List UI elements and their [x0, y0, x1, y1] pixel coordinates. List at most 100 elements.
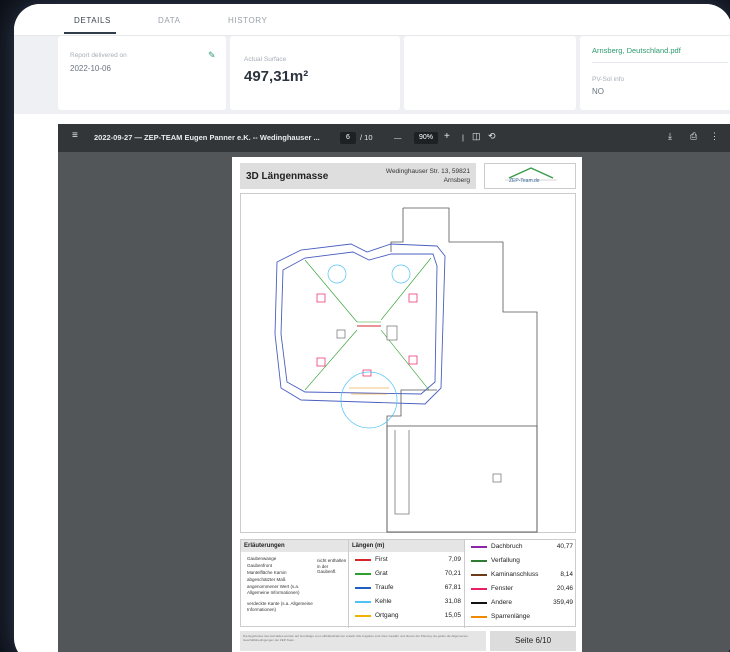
download-icon[interactable]: ⤓ [668, 131, 672, 142]
edit-pencil-icon[interactable]: ✎ [208, 50, 216, 61]
legend-note-1: Gaubenwange [247, 556, 277, 561]
length-value: 70,21 [444, 570, 461, 577]
lengths-column-left: Längen (m) First 7,09 Grat 70,21 Traufe [349, 540, 465, 628]
legend-swatch [471, 546, 487, 548]
pv-label: PV-Sol info [592, 76, 625, 83]
length-value: 40,77 [556, 543, 573, 550]
disclaimer-text: Die Ergebnisse des Aufmaßes wurden auf G… [240, 631, 486, 651]
length-name: Dachbruch [491, 543, 523, 550]
fit-page-icon[interactable]: ◫ [472, 131, 481, 142]
legend-note-4: abgeschätzter Maß [247, 577, 286, 582]
legend-swatch [471, 602, 487, 604]
length-row: Fenster 20,46 [465, 583, 577, 595]
length-row: Ortgang 15,05 [349, 610, 465, 622]
length-name: Kaminanschluss [491, 571, 539, 578]
file-card: Arnsberg, Deutschland.pdf PV-Sol info NO [580, 36, 730, 110]
legend-swatch [471, 616, 487, 618]
length-row: Sparrenlänge [465, 611, 577, 623]
app-window: DETAILS DATA HISTORY Report delivered on… [14, 4, 730, 652]
length-value: 67,81 [444, 584, 461, 591]
page-number-input[interactable]: 6 [340, 132, 356, 144]
print-icon[interactable]: ⎙ [690, 131, 697, 142]
lengths-header: Längen (m) [349, 540, 464, 552]
legend-swatch [471, 588, 487, 590]
file-link[interactable]: Arnsberg, Deutschland.pdf [592, 46, 681, 55]
surface-value: 497,31m² [244, 68, 309, 85]
legend-table: Erläuterungen Gaubenwange Gaubenfront Ma… [240, 539, 577, 628]
legend-brace-note: nicht enthalten in der Gaubenfl. [317, 558, 347, 574]
tab-data[interactable]: DATA [158, 16, 181, 25]
length-name: Traufe [375, 584, 394, 591]
page-number-label: Seite 6/10 [490, 631, 576, 651]
company-logo: ZEP-Team.de [484, 163, 576, 189]
length-row: Kehle 31,08 [349, 596, 465, 608]
length-row: Grat 70,21 [349, 568, 465, 580]
length-value: 7,09 [448, 556, 461, 563]
length-name: Sparrenlänge [491, 613, 531, 620]
logo-text: ZEP-Team.de [509, 178, 540, 184]
more-options-icon[interactable]: ⋮ [710, 131, 719, 142]
logo-roof-icon [505, 167, 557, 181]
toolbar-divider: | [462, 133, 464, 142]
length-name: Ortgang [375, 612, 399, 619]
length-name: Andere [491, 599, 512, 606]
legend-swatch [355, 615, 371, 617]
report-label: Report delivered on [70, 52, 127, 59]
legend-note-6: verdeckte Kante (s.a. Allgemeine Informa… [247, 601, 313, 612]
length-row: Dachbruch 40,77 [465, 541, 577, 553]
active-tab-indicator [64, 32, 116, 34]
address-line-1: Wedinghauser Str. 13, 59821 [385, 168, 470, 175]
page-title: 3D Längenmasse [246, 171, 329, 182]
surface-card: Actual Surface 497,31m² [230, 36, 400, 110]
length-value: 31,08 [444, 598, 461, 605]
page-total: / 10 [360, 133, 373, 142]
length-row: Andere 359,49 [465, 597, 577, 609]
legend-swatch [355, 601, 371, 603]
surface-label: Actual Surface [244, 56, 287, 63]
rotate-icon[interactable]: ⟲ [488, 131, 496, 142]
empty-card [404, 36, 576, 110]
legend-notes-column: Erläuterungen Gaubenwange Gaubenfront Ma… [241, 540, 349, 628]
report-date: 2022-10-06 [70, 64, 111, 73]
divider [592, 62, 728, 63]
length-name: Verfallung [491, 557, 520, 564]
address: Wedinghauser Str. 13, 59821 Arnsberg [386, 167, 470, 185]
length-name: Grat [375, 570, 388, 577]
menu-icon[interactable]: ≡ [72, 130, 78, 141]
tab-history[interactable]: HISTORY [228, 16, 267, 25]
address-line-2: Arnsberg [443, 177, 470, 184]
page-header: 3D Längenmasse Wedinghauser Str. 13, 598… [240, 163, 476, 189]
roof-plan-drawing [240, 193, 576, 533]
legend-swatch [471, 560, 487, 562]
length-value: 15,05 [444, 612, 461, 619]
length-row: First 7,09 [349, 554, 465, 566]
length-row: Verfallung [465, 555, 577, 567]
length-value: 8,14 [560, 571, 573, 578]
zoom-out-icon[interactable]: — [394, 133, 402, 142]
pv-value: NO [592, 87, 604, 96]
length-row: Kaminanschluss 8,14 [465, 569, 577, 581]
legend-note-3: Mantelfläche Kamin [247, 570, 287, 575]
length-name: Kehle [375, 598, 392, 605]
tab-details[interactable]: DETAILS [74, 16, 111, 25]
legend-swatch [355, 559, 371, 561]
legend-notes-header: Erläuterungen [241, 540, 348, 552]
legend-swatch [355, 587, 371, 589]
pdf-page: 3D Längenmasse Wedinghauser Str. 13, 598… [232, 157, 582, 652]
length-name: First [375, 556, 388, 563]
length-name: Fenster [491, 585, 514, 592]
summary-cards: Report delivered on 2022-10-06 ✎ Actual … [14, 36, 730, 114]
roof-plan-svg [274, 207, 538, 533]
zoom-level-input[interactable]: 90% [414, 132, 438, 144]
length-row: Traufe 67,81 [349, 582, 465, 594]
document-title: 2022-09-27 — ZEP-TEAM Eugen Panner e.K. … [94, 133, 320, 142]
pdf-viewer: ≡ 2022-09-27 — ZEP-TEAM Eugen Panner e.K… [58, 124, 730, 652]
length-value: 359,49 [553, 599, 573, 606]
legend-note-2: Gaubenfront [247, 563, 273, 568]
legend-swatch [471, 574, 487, 576]
zoom-in-icon[interactable]: + [444, 131, 450, 142]
report-card: Report delivered on 2022-10-06 ✎ [58, 36, 226, 110]
legend-swatch [355, 573, 371, 575]
lengths-column-right: Dachbruch 40,77 Verfallung Kaminanschlus… [465, 540, 577, 628]
length-value: 20,46 [556, 585, 573, 592]
